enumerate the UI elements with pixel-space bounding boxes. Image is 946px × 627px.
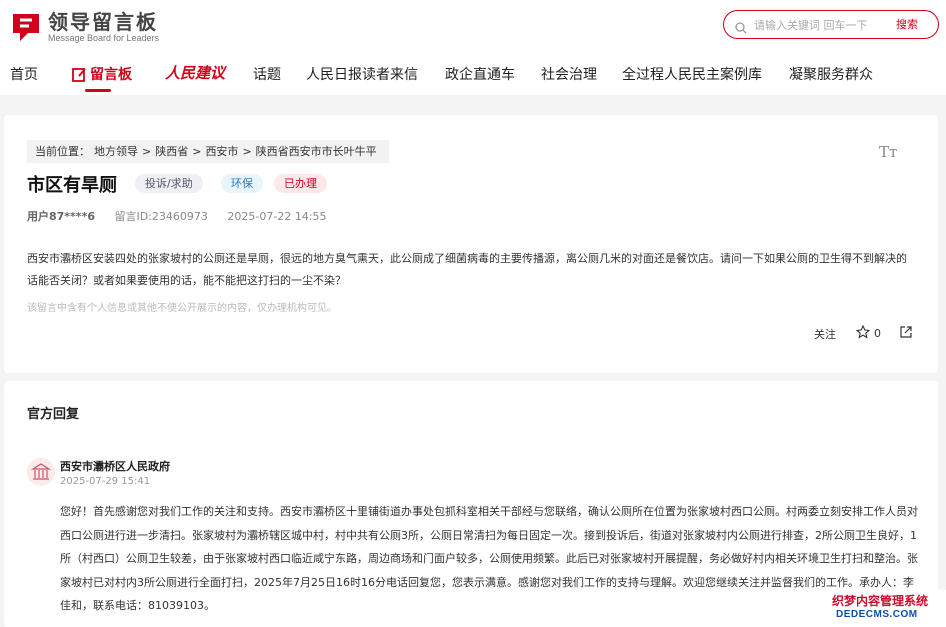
font-size-button[interactable]: Tт [879,143,897,161]
category-tag: 投诉/求助 [135,174,203,193]
message-card: 当前位置： 地方领导 > 陕西省 > 西安市 > 陕西省西安市市长叶牛平 Tт … [4,115,938,373]
follow-button[interactable]: 关注 [814,326,836,342]
breadcrumb-shaanxi[interactable]: 陕西省 [155,140,188,163]
logo-mark-icon [10,11,42,43]
reply-time: 2025-07-29 15:41 [60,476,151,487]
breadcrumb-xian[interactable]: 西安市 [205,140,238,163]
message-title: 市区有旱厕 [27,175,117,196]
breadcrumb-local-leaders[interactable]: 地方领导 [94,140,138,163]
breadcrumb-sep: > [242,145,252,158]
search-button[interactable]: 搜索 [896,16,918,32]
watermark-line1: 织梦内容管理系统 [832,594,929,608]
message-meta: 用户87****6 留言ID:23460973 2025-07-22 14:55 [27,208,343,224]
breadcrumb-mayor[interactable]: 陕西省西安市市长叶牛平 [256,140,377,163]
nav-democracy-cases[interactable]: 全过程人民民主案例库 [622,64,762,84]
breadcrumb: 当前位置： 地方领导 > 陕西省 > 西安市 > 陕西省西安市市长叶牛平 [27,140,389,163]
reply-body: 您好！首先感谢您对我们工作的关注和支持。西安市灞桥区十里铺街道办事处包抓科室相关… [60,505,918,612]
nav-people-suggestion[interactable]: 人民建议 [165,62,225,83]
field-tag: 环保 [221,174,263,193]
nav-home[interactable]: 首页 [10,64,38,84]
status-badge: 已办理 [274,174,327,193]
like-count: 0 [874,327,881,340]
message-user: 用户87****6 [27,210,95,223]
watermark-line2: DEDECMS.COM [836,609,918,620]
message-id: 留言ID:23460973 [114,210,208,223]
logo-title: 领导留言板 [48,10,158,34]
nav-readers-letters[interactable]: 人民日报读者来信 [306,64,418,84]
reply-heading: 官方回复 [27,407,80,422]
logo-subtitle: Message Board for Leaders [48,33,160,43]
nav-gov-business[interactable]: 政企直通车 [445,64,515,84]
breadcrumb-sep: > [142,145,152,158]
nav-serve-people[interactable]: 凝聚服务群众 [789,64,873,84]
privacy-note: 该留言中含有个人信息或其他不便公开展示的内容，仅办理机构可见。 [27,303,337,314]
site-logo[interactable]: 领导留言板 Message Board for Leaders [10,10,159,44]
nav-message-board[interactable]: 留言板 [72,64,132,84]
message-time: 2025-07-22 14:55 [227,210,327,223]
breadcrumb-prefix: 当前位置： [35,145,90,158]
site-header: 领导留言板 Message Board for Leaders 搜索 首页 留言… [0,0,946,95]
reply-org-name: 西安市灞桥区人民政府 [60,460,170,473]
star-icon[interactable] [855,324,871,342]
message-body: 西安市灞桥区安装四处的张家坡村的公厕还是旱厕，很远的地方臭气熏天，此公厕成了细菌… [27,252,907,287]
search-icon [735,19,747,34]
nav-topics[interactable]: 话题 [253,64,281,84]
official-reply-card: 官方回复 西安市灞桥区人民政府 2025-07-29 15:41 您好！首先感谢… [4,381,938,627]
search-input[interactable] [754,16,884,34]
share-icon[interactable] [899,325,913,342]
government-building-icon [27,458,55,486]
nav-active-indicator [85,89,111,92]
search-box: 搜索 [723,10,939,39]
edit-icon [72,67,86,82]
nav-message-board-label: 留言板 [90,67,132,83]
nav-social-governance[interactable]: 社会治理 [541,64,597,84]
breadcrumb-sep: > [192,145,202,158]
message-actions: 关注 0 [814,324,913,342]
main-nav: 首页 留言板 人民建议 话题 人民日报读者来信 政企直通车 社会治理 全过程人民… [0,60,946,92]
watermark: 织梦内容管理系统 DEDECMS.COM [826,590,946,627]
